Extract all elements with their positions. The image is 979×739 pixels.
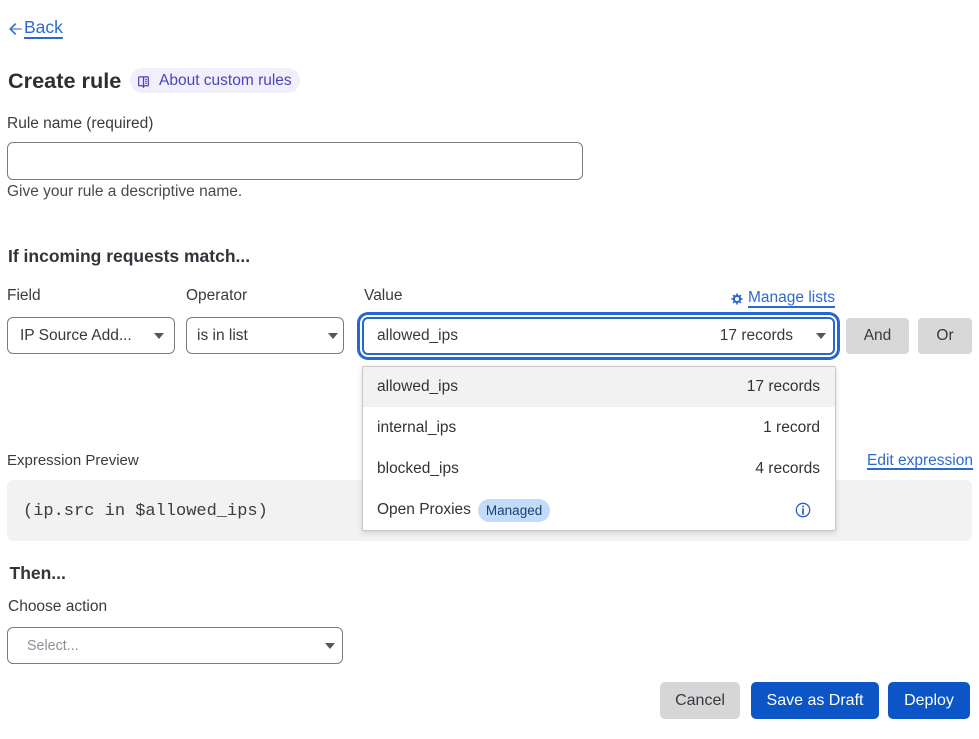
svg-text:i: i xyxy=(801,503,805,517)
